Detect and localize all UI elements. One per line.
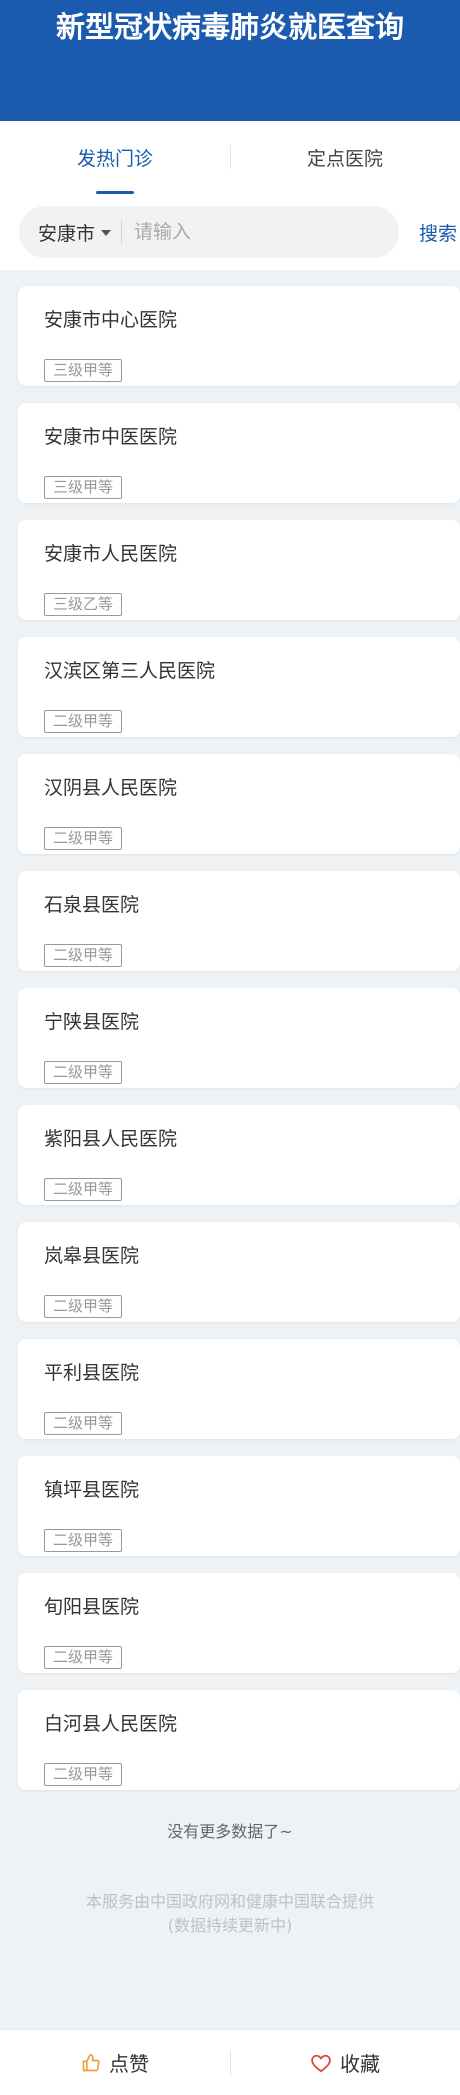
city-label: 安康市 [38,222,96,245]
hospital-name: 镇坪县医院 [44,1479,140,1501]
hospital-level-badge: 二级甲等 [44,944,123,967]
search-button[interactable]: 搜索 [419,219,457,246]
like-button[interactable]: 点赞 [0,2030,230,2095]
no-more-text: 没有更多数据了~ [167,1822,293,1841]
hospital-level-badge: 二级甲等 [44,1178,123,1201]
heart-icon [310,2053,332,2073]
hospital-level-badge: 二级甲等 [44,1646,123,1669]
hospital-level-badge: 二级甲等 [44,1061,123,1084]
hospital-level-badge: 二级甲等 [44,710,123,733]
hospital-level-badge: 三级甲等 [44,359,123,382]
hospital-card[interactable]: 镇坪县医院 二级甲等 [18,1456,460,1556]
hospital-level-badge: 二级甲等 [44,1529,123,1552]
hospital-name: 旬阳县医院 [44,1596,140,1618]
page-title: 新型冠状病毒肺炎就医查询 [55,10,404,44]
hospital-card[interactable]: 平利县医院 二级甲等 [18,1339,460,1439]
footer-note-line1: 本服务由中国政府网和健康中国联合提供 [85,1892,374,1911]
search-row: 安康市 搜索 [0,194,460,270]
hospital-card[interactable]: 安康市中医医院 三级甲等 [18,403,460,503]
hospital-card[interactable]: 宁陕县医院 二级甲等 [18,988,460,1088]
bottom-bar-divider [230,2050,231,2076]
hospital-name: 安康市人民医院 [44,543,178,565]
hospital-card[interactable]: 石泉县医院 二级甲等 [18,871,460,971]
hospital-name: 白河县人民医院 [44,1713,178,1735]
hospital-level-badge: 三级乙等 [44,593,123,616]
footer-note: 本服务由中国政府网和健康中国联合提供 (数据持续更新中) [0,1890,460,1938]
hospital-name: 安康市中心医院 [44,309,178,331]
hospital-card[interactable]: 安康市中心医院 三级甲等 [18,286,460,386]
hospital-card[interactable]: 白河县人民医院 二级甲等 [18,1690,460,1790]
footer-note-line2: (数据持续更新中) [167,1916,293,1935]
hospital-level-badge: 二级甲等 [44,1295,123,1318]
hospital-name: 汉阴县人民医院 [44,777,178,799]
page-header: 新型冠状病毒肺炎就医查询 [0,0,460,121]
search-divider [121,220,123,244]
hospital-name: 安康市中医医院 [44,426,178,448]
hospital-card[interactable]: 汉阴县人民医院 二级甲等 [18,754,460,854]
hospital-level-badge: 二级甲等 [44,1763,123,1786]
hospital-card[interactable]: 紫阳县人民医院 二级甲等 [18,1105,460,1205]
search-box: 安康市 [19,206,399,258]
favorite-label: 收藏 [340,2052,380,2076]
tab-designated-hospital[interactable]: 定点医院 [230,121,460,194]
bottom-bar: 点赞 收藏 [0,2029,460,2095]
hospital-name: 石泉县医院 [44,894,140,916]
hospital-name: 紫阳县人民医院 [44,1128,178,1150]
favorite-button[interactable]: 收藏 [230,2030,460,2095]
hospital-level-badge: 二级甲等 [44,827,123,850]
city-select[interactable]: 安康市 [38,219,112,246]
hospital-name: 岚皋县医院 [44,1245,140,1267]
hospital-name: 平利县医院 [44,1362,140,1384]
hospital-card[interactable]: 汉滨区第三人民医院 二级甲等 [18,637,460,737]
caret-down-icon [101,230,112,236]
hospital-card[interactable]: 安康市人民医院 三级乙等 [18,520,460,620]
hospital-card[interactable]: 岚皋县医院 二级甲等 [18,1222,460,1322]
hospital-level-badge: 二级甲等 [44,1412,123,1435]
thumbs-up-icon [81,2053,101,2073]
search-input[interactable] [134,221,375,243]
tab-fever-clinic[interactable]: 发热门诊 [0,121,230,194]
like-label: 点赞 [109,2052,149,2076]
hospital-level-badge: 三级甲等 [44,476,123,499]
tab-bar: 发热门诊 定点医院 [0,121,460,194]
hospital-name: 宁陕县医院 [44,1011,140,1033]
hospital-name: 汉滨区第三人民医院 [44,660,216,682]
hospital-list: 安康市中心医院 三级甲等 安康市中医医院 三级甲等 安康市人民医院 三级乙等 汉滨区第三人民… [0,270,460,1790]
hospital-card[interactable]: 旬阳县医院 二级甲等 [18,1573,460,1673]
